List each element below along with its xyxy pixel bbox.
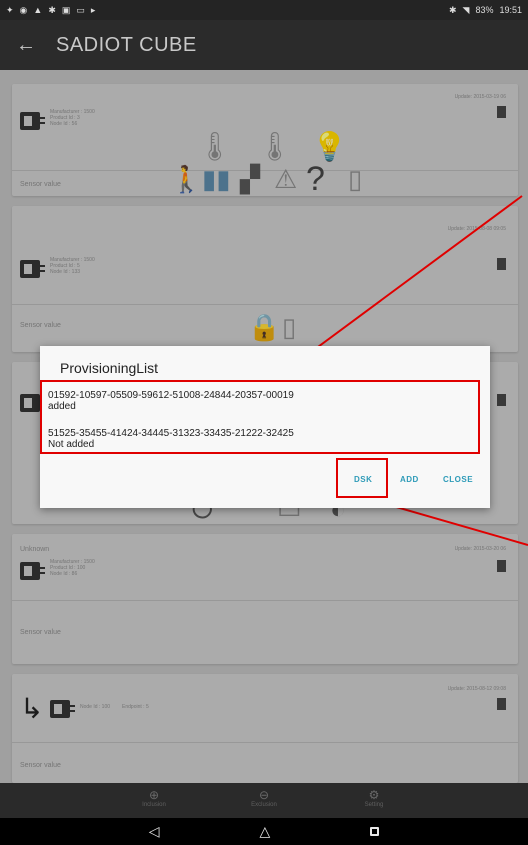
plus-circle-icon: ⊕ <box>148 788 160 802</box>
bottom-navigation: ⊕ Inclusion ⊖ Exclusion ⚙ Setting <box>0 783 528 818</box>
recents-icon[interactable] <box>370 827 380 836</box>
highlight-box <box>336 458 388 498</box>
gear-icon: ⚙ <box>368 788 380 802</box>
nav-inclusion[interactable]: ⊕ Inclusion <box>129 783 179 818</box>
nav-exclusion[interactable]: ⊖ Exclusion <box>239 783 289 818</box>
dialog-title: ProvisioningList <box>60 360 159 376</box>
system-navigation: ◁ △ <box>0 818 528 845</box>
highlight-box <box>40 380 480 454</box>
add-button[interactable]: ADD <box>400 475 419 484</box>
nav-setting[interactable]: ⚙ Setting <box>349 783 399 818</box>
minus-circle-icon: ⊖ <box>258 788 270 802</box>
home-icon[interactable]: △ <box>260 823 271 840</box>
close-button[interactable]: CLOSE <box>443 475 473 484</box>
provisioning-dialog: ProvisioningList 01592-10597-05509-59612… <box>40 346 490 508</box>
back-triangle-icon[interactable]: ◁ <box>149 823 160 840</box>
